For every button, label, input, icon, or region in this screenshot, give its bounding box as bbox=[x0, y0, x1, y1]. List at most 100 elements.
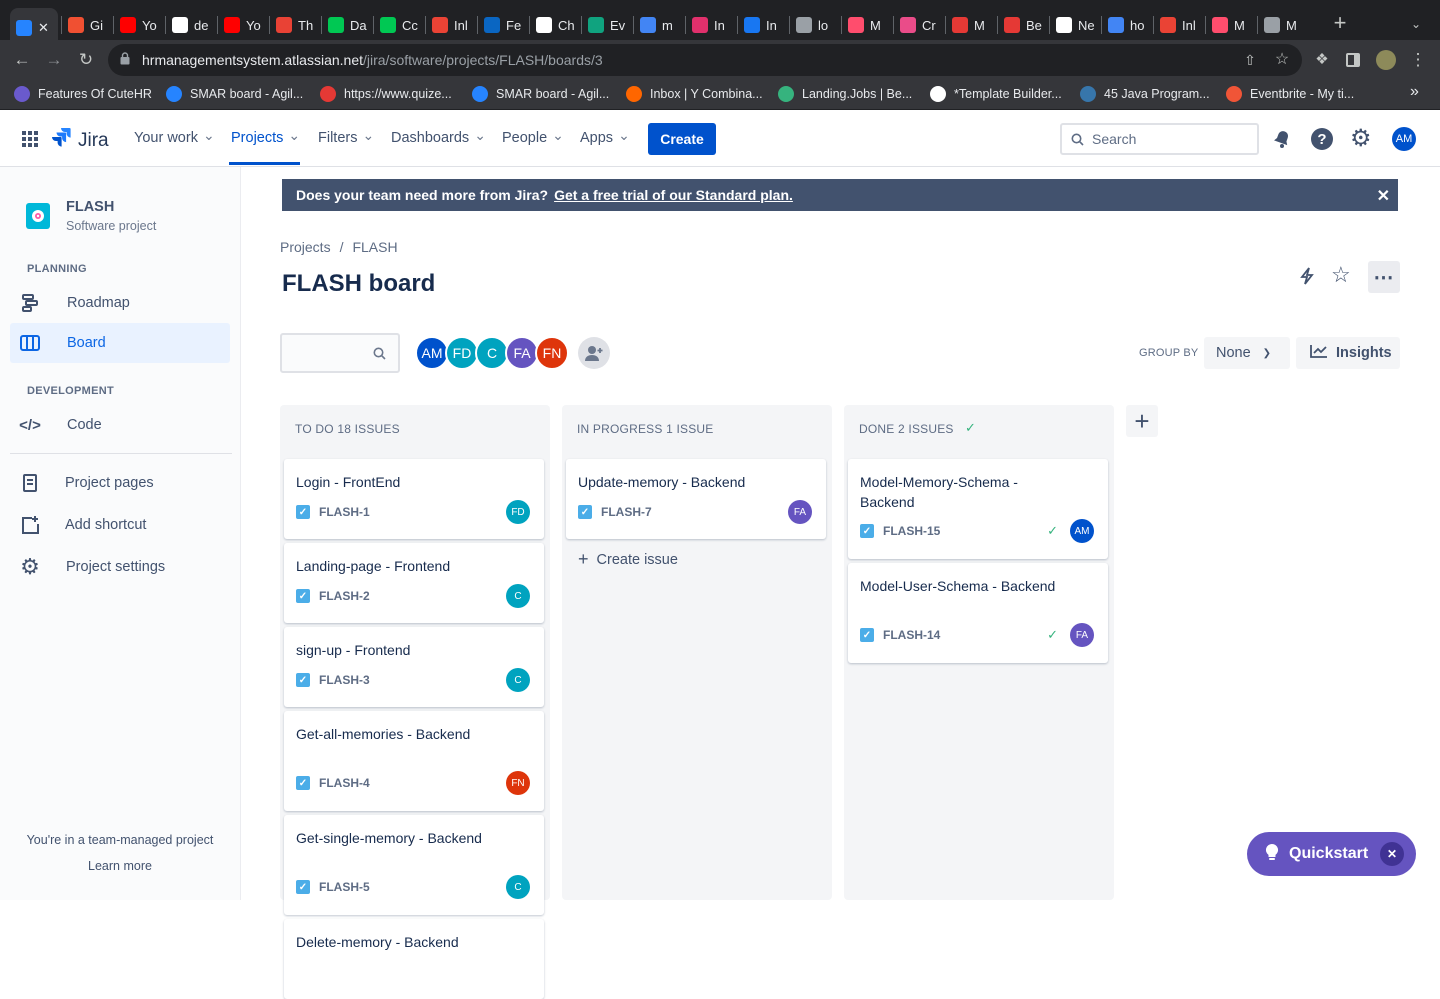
bookmark-item[interactable]: Features Of CuteHR bbox=[14, 86, 152, 102]
member-avatar[interactable]: FD bbox=[445, 336, 479, 370]
create-issue-button[interactable]: + Create issue bbox=[578, 549, 678, 570]
browser-tab[interactable]: ho bbox=[1102, 10, 1148, 40]
sidebar-item-code[interactable]: </> Code bbox=[10, 405, 230, 445]
issue-card[interactable]: Login - FrontEnd ✓ FLASH-1 FD bbox=[284, 459, 544, 539]
settings-gear-icon[interactable]: ⚙ bbox=[1350, 126, 1372, 152]
reload-icon[interactable]: ↻ bbox=[76, 50, 96, 70]
user-avatar[interactable]: AM bbox=[1392, 127, 1416, 151]
browser-tab[interactable]: m bbox=[634, 10, 680, 40]
breadcrumb-projects[interactable]: Projects bbox=[280, 239, 331, 255]
bookmark-item[interactable]: Eventbrite - My ti... bbox=[1226, 86, 1354, 102]
browser-tab[interactable]: Ch bbox=[530, 10, 576, 40]
notifications-icon[interactable] bbox=[1272, 129, 1292, 154]
member-avatar[interactable]: AM bbox=[415, 336, 449, 370]
issue-card[interactable]: Model-User-Schema - Backend ✓ FLASH-14 ✓ FA bbox=[848, 563, 1108, 663]
member-avatar[interactable]: FA bbox=[505, 336, 539, 370]
sidebar-item-project-pages[interactable]: Project pages bbox=[10, 463, 230, 503]
jira-logo[interactable]: Jira bbox=[52, 127, 109, 154]
group-by-select[interactable]: None ❯ bbox=[1204, 337, 1290, 369]
assignee-avatar[interactable]: C bbox=[506, 584, 530, 608]
assignee-avatar[interactable]: FA bbox=[1070, 623, 1094, 647]
browser-tab[interactable]: Yo bbox=[218, 10, 264, 40]
side-panel-icon[interactable] bbox=[1346, 53, 1360, 67]
member-avatar[interactable]: FN bbox=[535, 336, 569, 370]
browser-tab[interactable]: Ev bbox=[582, 10, 628, 40]
browser-tab[interactable]: Gi bbox=[62, 10, 108, 40]
nav-your-work[interactable]: Your work ⌄ bbox=[134, 127, 215, 147]
bookmark-item[interactable]: Inbox | Y Combina... bbox=[626, 86, 763, 102]
share-icon[interactable]: ⇧ bbox=[1240, 50, 1260, 70]
browser-tab[interactable]: M bbox=[842, 10, 888, 40]
more-bookmarks[interactable]: » bbox=[1410, 83, 1419, 101]
banner-close-icon[interactable]: ✕ bbox=[1377, 186, 1390, 206]
nav-dashboards[interactable]: Dashboards ⌄ bbox=[391, 127, 486, 147]
browser-tab[interactable]: Th bbox=[270, 10, 316, 40]
new-tab-icon[interactable]: + bbox=[1330, 12, 1350, 34]
issue-key[interactable]: FLASH-5 bbox=[319, 880, 370, 894]
issue-key[interactable]: FLASH-1 bbox=[319, 505, 370, 519]
quickstart-close-icon[interactable]: ✕ bbox=[1380, 842, 1404, 866]
project-header[interactable]: FLASH Software project bbox=[26, 199, 156, 233]
member-avatar[interactable]: C bbox=[475, 336, 509, 370]
browser-tab[interactable]: M bbox=[1258, 10, 1304, 40]
banner-trial-link[interactable]: Get a free trial of our Standard plan. bbox=[554, 187, 793, 203]
bookmark-item[interactable]: https://www.quize... bbox=[320, 86, 452, 102]
assignee-avatar[interactable]: C bbox=[506, 668, 530, 692]
breadcrumb-flash[interactable]: FLASH bbox=[352, 239, 397, 255]
browser-tab[interactable]: Da bbox=[322, 10, 368, 40]
more-actions-button[interactable]: ⋯ bbox=[1368, 261, 1400, 293]
issue-key[interactable]: FLASH-3 bbox=[319, 673, 370, 687]
browser-tab[interactable]: de bbox=[166, 10, 212, 40]
nav-projects[interactable]: Projects ⌄ bbox=[231, 127, 300, 147]
insights-button[interactable]: Insights bbox=[1296, 337, 1400, 369]
sidebar-item-roadmap[interactable]: Roadmap bbox=[10, 283, 230, 323]
browser-tab[interactable]: Ne bbox=[1050, 10, 1096, 40]
search-input[interactable]: Search bbox=[1060, 123, 1259, 155]
browser-tab[interactable]: M bbox=[1206, 10, 1252, 40]
bookmark-item[interactable]: 45 Java Program... bbox=[1080, 86, 1210, 102]
browser-tab[interactable]: Fe bbox=[478, 10, 524, 40]
nav-apps[interactable]: Apps ⌄ bbox=[580, 127, 630, 147]
issue-card[interactable]: Landing-page - Frontend ✓ FLASH-2 C bbox=[284, 543, 544, 623]
nav-filters[interactable]: Filters ⌄ bbox=[318, 127, 374, 147]
issue-key[interactable]: FLASH-2 bbox=[319, 589, 370, 603]
bookmark-star-icon[interactable]: ☆ bbox=[1272, 50, 1292, 70]
bookmark-item[interactable]: *Template Builder... bbox=[930, 86, 1062, 102]
bookmark-item[interactable]: SMAR board - Agil... bbox=[472, 86, 609, 102]
quickstart-button[interactable]: Quickstart ✕ bbox=[1247, 832, 1416, 876]
issue-key[interactable]: FLASH-4 bbox=[319, 776, 370, 790]
issue-card[interactable]: Get-all-memories - Backend ✓ FLASH-4 FN bbox=[284, 711, 544, 811]
browser-tab[interactable]: M bbox=[946, 10, 992, 40]
issue-card[interactable]: sign-up - Frontend ✓ FLASH-3 C bbox=[284, 627, 544, 707]
add-people-icon[interactable] bbox=[578, 337, 610, 369]
sidebar-item-board[interactable]: Board bbox=[10, 323, 230, 363]
issue-card[interactable]: Update-memory - Backend ✓ FLASH-7 FA bbox=[566, 459, 826, 539]
add-column-button[interactable]: + bbox=[1126, 405, 1158, 437]
issue-key[interactable]: FLASH-14 bbox=[883, 628, 940, 642]
issue-card[interactable]: Get-single-memory - Backend ✓ FLASH-5 C bbox=[284, 815, 544, 915]
address-bar[interactable]: hrmanagementsystem.atlassian.net/jira/so… bbox=[108, 44, 1302, 76]
issue-key[interactable]: FLASH-15 bbox=[883, 524, 940, 538]
issue-card[interactable]: Delete-memory - Backend bbox=[284, 919, 544, 999]
learn-more-link[interactable]: Learn more bbox=[0, 859, 240, 873]
assignee-avatar[interactable]: FD bbox=[506, 500, 530, 524]
automation-icon[interactable] bbox=[1297, 266, 1317, 291]
assignee-avatar[interactable]: AM bbox=[1070, 519, 1094, 543]
assignee-avatar[interactable]: FN bbox=[506, 771, 530, 795]
tab-close-icon[interactable]: ✕ bbox=[38, 20, 49, 36]
browser-tab[interactable]: Inl bbox=[426, 10, 472, 40]
assignee-avatar[interactable]: FA bbox=[788, 500, 812, 524]
back-icon[interactable]: ← bbox=[12, 50, 32, 70]
browser-tab[interactable]: Inl bbox=[1154, 10, 1200, 40]
app-switcher-icon[interactable] bbox=[22, 131, 38, 147]
tab-search-chevron-icon[interactable]: ⌄ bbox=[1406, 14, 1426, 34]
browser-tab[interactable]: In bbox=[738, 10, 784, 40]
browser-tab[interactable]: Cc bbox=[374, 10, 420, 40]
sidebar-item-add-shortcut[interactable]: Add shortcut bbox=[10, 505, 230, 545]
browser-tab[interactable]: Be bbox=[998, 10, 1044, 40]
browser-tab[interactable]: lo bbox=[790, 10, 836, 40]
profile-avatar[interactable] bbox=[1376, 50, 1396, 70]
issue-card[interactable]: Model-Memory-Schema - Backend ✓ FLASH-15 ✓ A… bbox=[848, 459, 1108, 559]
assignee-avatar[interactable]: C bbox=[506, 875, 530, 899]
star-icon[interactable]: ☆ bbox=[1331, 262, 1351, 288]
